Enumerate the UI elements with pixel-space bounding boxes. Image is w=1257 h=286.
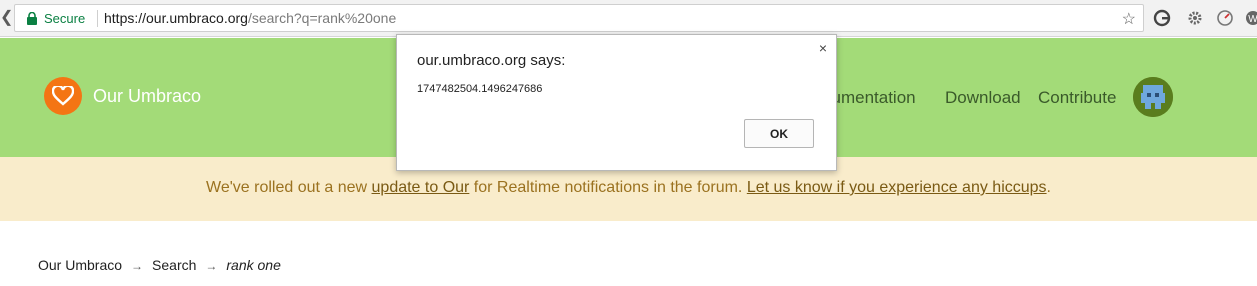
nav-download[interactable]: Download [945,88,1021,108]
secure-label: Secure [44,11,86,26]
update-link[interactable]: update to Our [372,179,470,196]
back-arrow-icon[interactable]: ❮ [0,9,13,27]
svg-text:W: W [1248,14,1257,25]
notice-middle: for Realtime notifications in the forum. [469,179,747,196]
star-icon[interactable]: ☆ [1122,9,1136,29]
ok-button[interactable]: OK [744,119,814,148]
url-path: /search?q=rank%20one [247,10,397,26]
extension-gear-icon[interactable] [1186,9,1204,27]
browser-toolbar: ❮ Secure https://our.umbraco.org/search?… [0,0,1257,37]
url-base: https://our.umbraco.org [104,10,248,26]
address-bar[interactable]: Secure https://our.umbraco.org/search?q=… [14,4,1144,32]
omnibox-divider [97,10,98,27]
extension-speed-icon[interactable] [1216,9,1234,27]
extension-w-icon[interactable]: W [1244,9,1257,27]
notice-prefix: We've rolled out a new [206,179,372,196]
alert-dialog: × our.umbraco.org says: 1747482504.14962… [396,34,837,171]
breadcrumb-arrow-icon: → [205,259,218,273]
dialog-title: our.umbraco.org says: [417,52,566,69]
umbraco-logo[interactable] [44,77,82,115]
feedback-link[interactable]: Let us know if you experience any hiccup… [747,179,1047,196]
breadcrumb: Our Umbraco → Search → rank one [38,257,281,273]
lock-icon [27,12,37,25]
dialog-message: 1747482504.1496247686 [417,83,543,95]
nav-contribute[interactable]: Contribute [1038,88,1116,108]
avatar[interactable] [1133,77,1173,117]
brand-name[interactable]: Our Umbraco [93,86,201,107]
breadcrumb-home[interactable]: Our Umbraco [38,257,122,273]
close-icon[interactable]: × [819,40,827,56]
extension-g-icon[interactable] [1153,9,1171,27]
notice-suffix: . [1046,179,1051,196]
url-text[interactable]: https://our.umbraco.org/search?q=rank%20… [104,10,396,26]
breadcrumb-arrow-icon: → [131,259,144,273]
notice-text: We've rolled out a new update to Our for… [0,179,1257,197]
heart-icon [52,86,74,106]
breadcrumb-current: rank one [226,257,281,273]
avatar-image [1133,77,1173,117]
breadcrumb-search[interactable]: Search [152,257,196,273]
